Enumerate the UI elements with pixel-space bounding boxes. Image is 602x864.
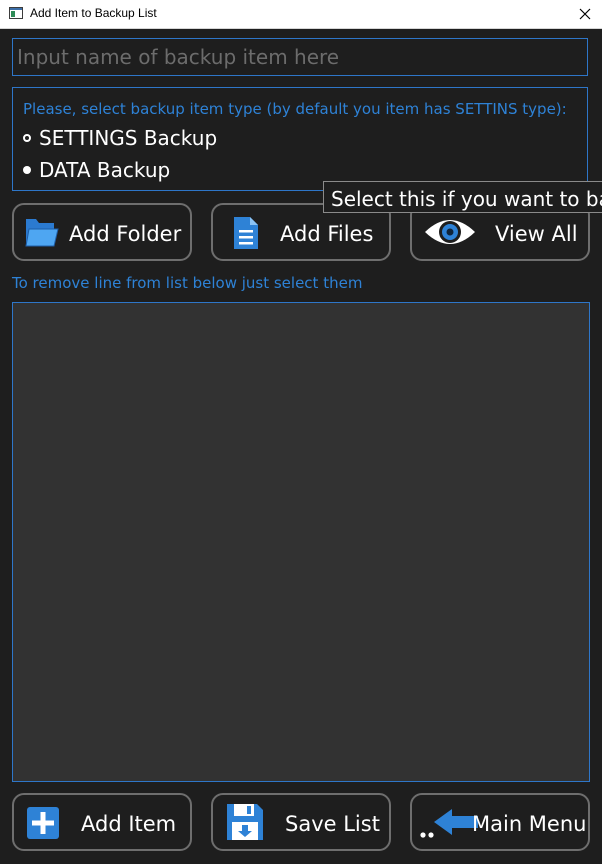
backup-items-list[interactable]	[12, 302, 590, 782]
add-files-label: Add Files	[280, 222, 374, 246]
title-bar: Add Item to Backup List	[0, 0, 602, 29]
file-icon	[234, 217, 258, 249]
folder-icon	[25, 219, 59, 247]
main-menu-label: Main Menu	[472, 812, 587, 836]
eye-icon	[425, 220, 475, 244]
tooltip: Select this if you want to backup data	[323, 181, 602, 213]
main-menu-button[interactable]: Main Menu	[410, 793, 590, 851]
item-type-hint: Please, select backup item type (by defa…	[23, 100, 567, 118]
radio-indicator-selected[interactable]	[23, 134, 31, 142]
remove-line-hint: To remove line from list below just sele…	[12, 274, 363, 292]
radio-data-label[interactable]: DATA Backup	[39, 158, 170, 182]
radio-indicator-unselected[interactable]	[23, 166, 31, 174]
radio-settings-backup[interactable]: SETTINGS Backup	[23, 126, 217, 150]
add-folder-button[interactable]: Add Folder	[12, 203, 192, 261]
close-button[interactable]	[568, 0, 602, 28]
add-item-button[interactable]: Add Item	[12, 793, 192, 851]
radio-data-backup[interactable]: DATA Backup	[23, 158, 170, 182]
save-list-button[interactable]: Save List	[211, 793, 391, 851]
add-item-label: Add Item	[81, 812, 177, 836]
window-title: Add Item to Backup List	[30, 6, 157, 20]
window-app-icon	[9, 7, 23, 19]
floppy-disk-icon	[227, 804, 263, 840]
close-icon[interactable]	[579, 8, 591, 20]
add-folder-label: Add Folder	[69, 222, 182, 246]
view-all-label: View All	[495, 222, 578, 246]
radio-settings-label[interactable]: SETTINGS Backup	[39, 126, 217, 150]
item-type-group: Please, select backup item type (by defa…	[12, 87, 588, 191]
backup-item-name-input[interactable]	[12, 38, 588, 76]
save-list-label: Save List	[285, 812, 380, 836]
plus-icon	[27, 807, 59, 839]
back-arrow-icon	[420, 809, 478, 838]
